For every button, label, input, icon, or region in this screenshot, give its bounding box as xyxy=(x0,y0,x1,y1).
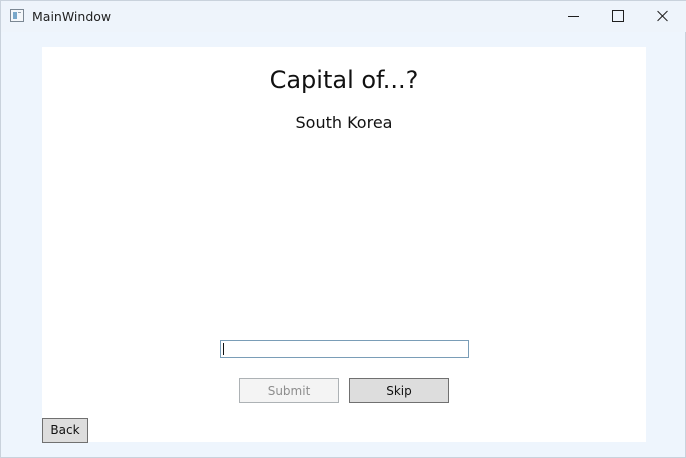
maximize-button[interactable] xyxy=(595,1,641,32)
quiz-heading: Capital of...? xyxy=(269,66,419,94)
minimize-icon xyxy=(568,16,579,17)
main-window: MainWindow Capital of...? South Korea Su… xyxy=(0,0,686,458)
close-icon xyxy=(657,10,669,22)
text-cursor xyxy=(223,343,224,355)
skip-button[interactable]: Skip xyxy=(349,378,449,403)
quiz-panel: Capital of...? South Korea Submit Skip xyxy=(42,47,646,442)
submit-button[interactable]: Submit xyxy=(239,378,339,403)
country-name: South Korea xyxy=(295,113,393,132)
title-bar[interactable]: MainWindow xyxy=(1,1,686,32)
window-title: MainWindow xyxy=(32,9,112,24)
minimize-button[interactable] xyxy=(550,1,596,32)
close-button[interactable] xyxy=(640,1,686,32)
app-window-icon xyxy=(10,9,24,22)
answer-input[interactable] xyxy=(220,340,469,358)
back-button[interactable]: Back xyxy=(42,418,88,443)
maximize-icon xyxy=(612,10,624,22)
